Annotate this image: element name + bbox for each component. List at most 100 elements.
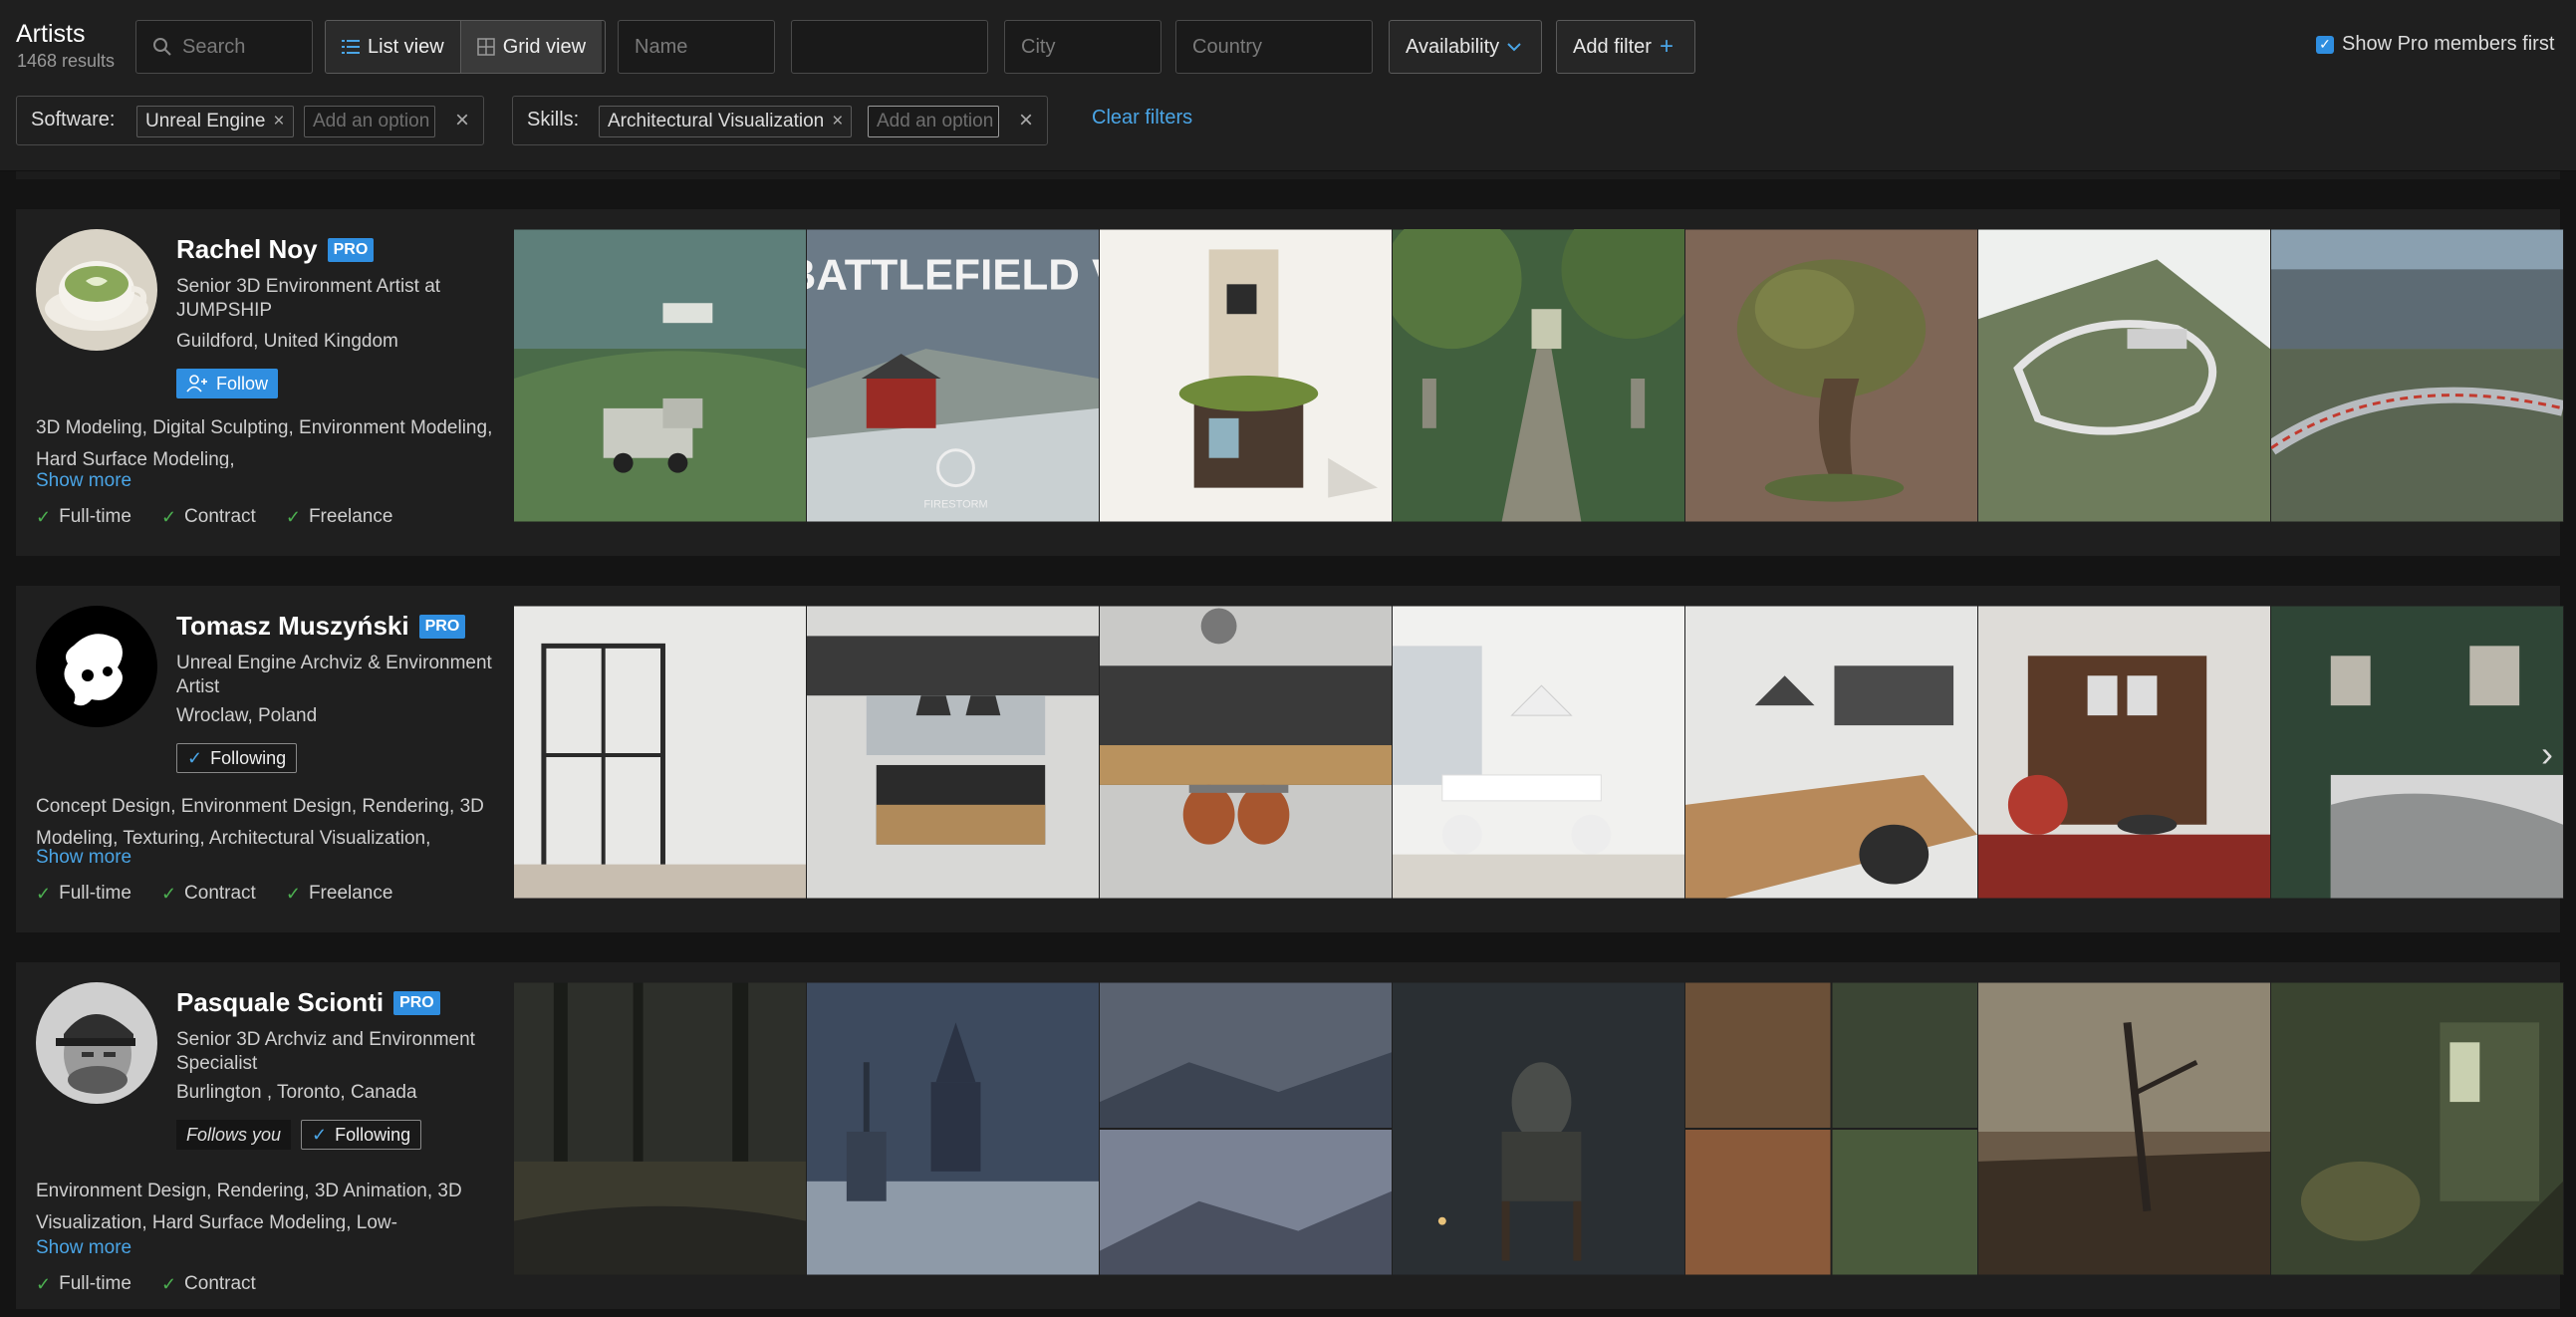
artwork-thumbnail[interactable] xyxy=(807,606,1100,899)
artist-card: Pasquale Scionti PRO Senior 3D Archviz an… xyxy=(16,962,2564,1309)
avatar[interactable] xyxy=(36,229,157,351)
artwork-thumbnail[interactable] xyxy=(1978,606,2271,899)
artwork-thumbnail[interactable]: › xyxy=(2271,606,2564,899)
list-view-button[interactable]: List view xyxy=(326,21,461,73)
check-icon: ✓ xyxy=(160,883,177,904)
availability-item: ✓ Contract xyxy=(161,1273,256,1295)
artist-name[interactable]: Rachel Noy PRO xyxy=(176,234,375,265)
artist-name-text[interactable]: Tomasz Muszyński xyxy=(176,611,409,642)
show-pro-first-toggle[interactable]: ✓ Show Pro members first xyxy=(2316,33,2554,56)
artwork-thumbnail[interactable]: BATTLEFIELD V FIRESTORM xyxy=(807,229,1100,522)
artwork-logo-text: FIRESTORM xyxy=(923,499,987,511)
show-more-link[interactable]: Show more xyxy=(36,470,131,492)
availability-item: ✓ Full-time xyxy=(36,506,131,528)
artwork-strip: BATTLEFIELD V FIRESTORM xyxy=(514,229,2564,522)
availability-label: Contract xyxy=(184,1273,256,1294)
artwork-thumbnail[interactable] xyxy=(1978,982,2271,1275)
software-add-option-input[interactable]: Add an option xyxy=(304,106,435,137)
artist-location: Guildford, United Kingdom xyxy=(176,331,398,352)
show-more-link[interactable]: Show more xyxy=(36,1237,131,1259)
availability-label: Full-time xyxy=(59,883,131,904)
artwork-thumbnail[interactable] xyxy=(1100,229,1393,522)
top-bar: Artists 1468 results Search List view Gr… xyxy=(0,0,2576,171)
skills-filter-label: Skills: xyxy=(527,109,580,131)
artist-title: Unreal Engine Archviz & Environment Arti… xyxy=(176,653,492,697)
city-input[interactable]: City xyxy=(1004,20,1161,74)
skills-chip[interactable]: Architectural Visualization × xyxy=(599,106,853,137)
blank-input[interactable] xyxy=(791,20,988,74)
artwork-thumbnail[interactable] xyxy=(1393,229,1685,522)
follow-button[interactable]: Follow xyxy=(176,369,279,398)
availability-item: ✓ Contract xyxy=(161,506,256,528)
software-chip-label: Unreal Engine xyxy=(145,111,266,132)
show-pro-first-label: Show Pro members first xyxy=(2342,33,2555,55)
artwork-thumbnail[interactable] xyxy=(1100,982,1393,1275)
artwork-thumbnail[interactable] xyxy=(807,982,1100,1275)
availability-item: ✓ Freelance xyxy=(286,883,393,905)
artwork-strip xyxy=(514,982,2564,1275)
artist-name[interactable]: Pasquale Scionti PRO xyxy=(176,987,440,1018)
check-icon: ✓ xyxy=(285,883,301,904)
availability-label: Freelance xyxy=(308,506,393,527)
check-icon: ✓ xyxy=(36,883,52,904)
following-label: Following xyxy=(210,747,287,768)
availability-item: ✓ Freelance xyxy=(286,506,393,528)
grid-view-button[interactable]: Grid view xyxy=(460,21,603,73)
following-button[interactable]: ✓ Following xyxy=(301,1120,422,1150)
artwork-thumbnail[interactable] xyxy=(514,982,807,1275)
skills-add-option-input[interactable]: Add an option xyxy=(868,106,999,137)
results-count: 1468 results xyxy=(17,51,116,71)
artist-name-text[interactable]: Pasquale Scionti xyxy=(176,987,384,1018)
artwork-thumbnail[interactable] xyxy=(1393,606,1685,899)
artwork-thumbnail[interactable] xyxy=(1685,606,1978,899)
grid-view-label: Grid view xyxy=(502,35,587,58)
checkbox-checked-icon[interactable]: ✓ xyxy=(2316,35,2334,54)
artwork-thumbnail[interactable] xyxy=(1100,606,1393,899)
add-filter-label: Add filter xyxy=(1573,35,1652,58)
artwork-thumbnail[interactable] xyxy=(1978,229,2271,522)
artist-title: Senior 3D Environment Artist at JUMPSHIP xyxy=(176,276,441,321)
following-label: Following xyxy=(335,1124,411,1145)
skills-filter: Skills: Architectural Visualization × Ad… xyxy=(512,96,1048,145)
artwork-thumbnail[interactable] xyxy=(1685,982,1978,1275)
check-icon: ✓ xyxy=(312,1124,328,1145)
search-icon xyxy=(153,38,171,56)
clear-software-icon[interactable]: × xyxy=(455,107,469,134)
check-icon: ✓ xyxy=(160,506,177,527)
avatar[interactable] xyxy=(36,606,157,727)
check-icon: ✓ xyxy=(36,1273,52,1294)
avatar[interactable] xyxy=(36,982,157,1104)
artwork-title-text: BATTLEFIELD V xyxy=(807,250,1099,299)
following-button[interactable]: ✓ Following xyxy=(176,743,298,773)
software-chip[interactable]: Unreal Engine × xyxy=(136,106,294,137)
artist-skills: Concept Design, Environment Design, Rend… xyxy=(36,796,484,847)
artist-info: Rachel Noy PRO Senior 3D Environment Arti… xyxy=(16,209,514,556)
artist-card: Tomasz Muszyński PRO Unreal Engine Archvi… xyxy=(16,586,2564,932)
artwork-thumbnail[interactable] xyxy=(1685,229,1978,522)
show-more-link[interactable]: Show more xyxy=(36,847,131,869)
clear-skills-icon[interactable]: × xyxy=(1019,107,1033,134)
country-input[interactable]: Country xyxy=(1175,20,1373,74)
clear-filters-link[interactable]: Clear filters xyxy=(1092,107,1192,130)
add-filter-button[interactable]: Add filter + xyxy=(1556,20,1695,74)
search-input[interactable]: Search xyxy=(135,20,313,74)
artwork-thumbnail[interactable] xyxy=(2271,982,2564,1275)
list-view-label: List view xyxy=(368,35,444,58)
availability-dropdown[interactable]: Availability xyxy=(1389,20,1542,74)
availability-item: ✓ Full-time xyxy=(36,1273,131,1295)
artwork-thumbnail[interactable] xyxy=(1393,982,1685,1275)
artwork-thumbnail[interactable] xyxy=(514,229,807,522)
plus-icon: + xyxy=(1659,33,1674,60)
artist-name-text[interactable]: Rachel Noy xyxy=(176,234,318,265)
remove-chip-icon[interactable]: × xyxy=(273,111,284,132)
name-input[interactable]: Name xyxy=(618,20,775,74)
remove-chip-icon[interactable]: × xyxy=(832,111,843,132)
chevron-right-icon[interactable]: › xyxy=(2541,733,2553,775)
artwork-thumbnail[interactable] xyxy=(514,606,807,899)
artwork-thumbnail[interactable] xyxy=(2271,229,2564,522)
artist-info: Tomasz Muszyński PRO Unreal Engine Archvi… xyxy=(16,586,514,932)
artist-location: Burlington , Toronto, Canada xyxy=(176,1082,417,1103)
grid-icon xyxy=(476,38,495,56)
artist-name[interactable]: Tomasz Muszyński PRO xyxy=(176,611,466,642)
availability-item: ✓ Contract xyxy=(161,883,256,905)
